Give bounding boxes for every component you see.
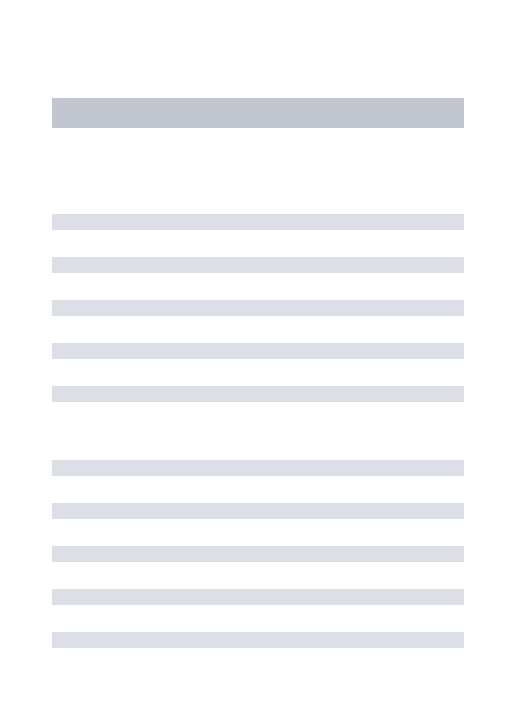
- skeleton-paragraph-1: [52, 214, 464, 402]
- skeleton-line: [52, 546, 464, 562]
- skeleton-line: [52, 343, 464, 359]
- skeleton-header-bar: [52, 98, 464, 128]
- skeleton-line: [52, 460, 464, 476]
- skeleton-line: [52, 503, 464, 519]
- skeleton-line: [52, 386, 464, 402]
- skeleton-spacer: [52, 402, 464, 460]
- skeleton-line: [52, 632, 464, 648]
- skeleton-line: [52, 300, 464, 316]
- skeleton-line: [52, 589, 464, 605]
- skeleton-line: [52, 257, 464, 273]
- skeleton-line: [52, 214, 464, 230]
- skeleton-paragraph-2: [52, 460, 464, 648]
- skeleton-container: [0, 0, 516, 648]
